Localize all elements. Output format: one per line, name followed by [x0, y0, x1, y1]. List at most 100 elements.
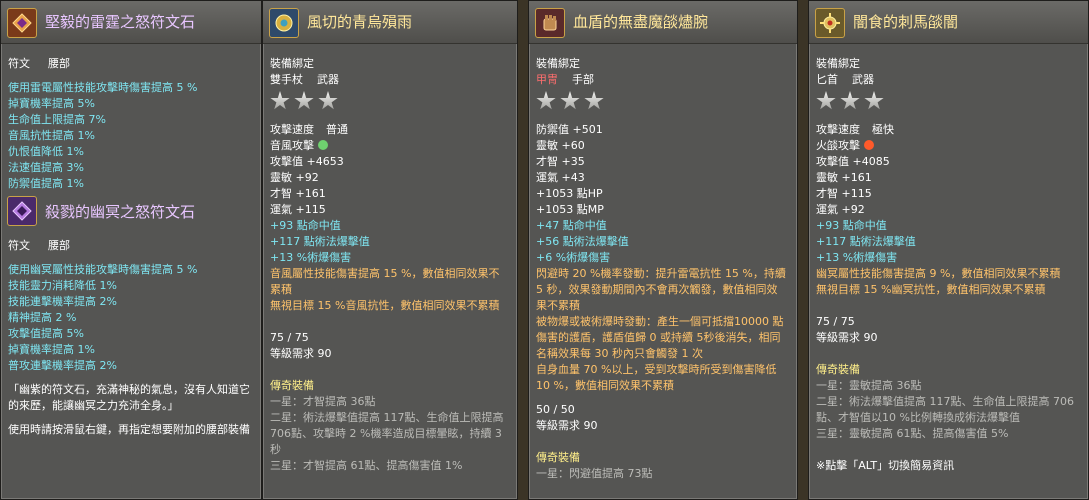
element-label: 音風攻擊: [270, 139, 314, 152]
stat-line: 靈敏 +161: [816, 171, 872, 184]
speed-label: 攻擊速度: [270, 123, 314, 136]
effect-line: 無視目標 15 %音風抗性，數值相同效果不累積: [270, 299, 500, 312]
bind-status: 裝備綁定: [270, 57, 314, 70]
level-requirement: 等級需求 90: [270, 347, 332, 360]
stat-line: 才智 +35: [536, 155, 585, 168]
level-requirement: 等級需求 90: [536, 419, 598, 432]
stat-line: +1053 點HP: [536, 187, 603, 200]
stat-line: 防禦值提高 1%: [8, 177, 84, 190]
stat-line: 仇恨值降低 1%: [8, 145, 84, 158]
tooltip-header: 堅毅的雷霆之怒符文石: [1, 1, 261, 44]
legend-line: 一星：靈敏提高 36點: [816, 379, 922, 392]
weapon-slot: 武器: [317, 73, 339, 86]
star-icon: [270, 91, 290, 110]
star-icon: [816, 91, 836, 110]
rune-gem-icon: [7, 196, 37, 226]
legend-title: 傳奇裝備: [270, 379, 314, 392]
weapon-type: 雙手杖: [270, 73, 303, 86]
bonus-line: +13 %術爆傷害: [270, 251, 352, 264]
speed-value: 極快: [872, 123, 894, 136]
item-type: 符文: [8, 57, 30, 70]
stat-line: 普攻連擊機率提高 2%: [8, 359, 117, 372]
legend-line: 一星：閃避值提高 73點: [536, 467, 653, 480]
weapon-slot: 武器: [852, 73, 874, 86]
tooltip-header: 風切的青烏殞雨: [263, 1, 517, 44]
rune-gem-icon: [7, 8, 37, 38]
element-label: 火燄攻擊: [816, 139, 860, 152]
alt-toggle-hint: ※點擊「ALT」切換簡易資訊: [816, 459, 955, 472]
item-description: 「幽紫的符文石，充滿神秘的氣息，沒有人知道它的來歷，能讓幽冥之力充沛全身。」: [8, 383, 250, 412]
bonus-line: +117 點術法爆擊值: [816, 235, 916, 248]
legend-line: 三星：才智提高 61點、提高傷害值 1%: [270, 459, 463, 472]
bonus-line: +56 點術法爆擊值: [536, 235, 629, 248]
stat-line: 掉寶機率提高 5%: [8, 97, 95, 110]
stat-line: 使用雷電屬性技能攻擊時傷害提高 5 %: [8, 81, 198, 94]
speed-value: 普通: [326, 123, 348, 136]
effect-line: 自身血量 70 %以上，受到攻擊時所受到傷害降低 10 %，數值相同效果不累積: [536, 363, 777, 392]
durability: 75 / 75: [816, 315, 855, 328]
tooltip-subheader: 殺戮的幽冥之怒符文石: [1, 192, 261, 226]
stat-line: 掉寶機率提高 1%: [8, 343, 95, 356]
durability: 75 / 75: [270, 331, 309, 344]
bind-status: 裝備綁定: [536, 57, 580, 70]
durability: 50 / 50: [536, 403, 575, 416]
bonus-line: +93 點命中值: [270, 219, 341, 232]
tooltip-rune-stones: 堅毅的雷霆之怒符文石 符文 腰部 使用雷電屬性技能攻擊時傷害提高 5 % 掉寶機率…: [0, 0, 262, 500]
stat-line: 使用幽冥屬性技能攻擊時傷害提高 5 %: [8, 263, 198, 276]
stat-list: 使用幽冥屬性技能攻擊時傷害提高 5 % 技能靈力消耗降低 1% 技能連擊機率提高…: [8, 262, 254, 374]
tooltip-header: 闇食的刺馬燄闇: [809, 1, 1088, 44]
item-title: 堅毅的雷霆之怒符文石: [45, 13, 196, 31]
bonus-line: +47 點命中值: [536, 219, 607, 232]
stat-line: 技能連擊機率提高 2%: [8, 295, 117, 308]
star-rating: [536, 88, 790, 114]
speed-label: 攻擊速度: [816, 123, 860, 136]
tooltip-header: 血盾的無盡魔燄燼腕: [529, 1, 797, 44]
bind-status: 裝備綁定: [816, 57, 860, 70]
star-icon: [864, 91, 884, 110]
item-slot: 腰部: [48, 57, 70, 70]
star-rating: [816, 88, 1081, 114]
stat-line: 精神提高 2 %: [8, 311, 77, 324]
star-icon: [318, 91, 338, 110]
legend-line: 一星：才智提高 36點: [270, 395, 376, 408]
star-rating: [270, 88, 510, 114]
item-title: 風切的青烏殞雨: [307, 13, 413, 31]
feather-fan-icon: [269, 8, 299, 38]
stat-line: 運氣 +43: [536, 171, 585, 184]
stat-line: 靈敏 +60: [536, 139, 585, 152]
fire-element-icon: [864, 140, 874, 150]
legend-line: 三星：靈敏提高 61點、提高傷害值 5%: [816, 427, 1009, 440]
star-icon: [536, 91, 556, 110]
usage-hint: 使用時請按滑鼠右鍵，再指定想要附加的腰部裝備: [8, 423, 250, 436]
legend-title: 傳奇裝備: [536, 451, 580, 464]
stat-line: 運氣 +92: [816, 203, 865, 216]
armor-slot: 手部: [572, 73, 594, 86]
legend-title: 傳奇裝備: [816, 363, 860, 376]
tooltip-staff: 風切的青烏殞雨 裝備綁定 雙手杖 武器 攻擊速度 普通 音風攻擊 攻擊值 +4653…: [262, 0, 518, 500]
item-slot: 腰部: [48, 239, 70, 252]
stat-line: 防禦值 +501: [536, 123, 603, 136]
background-gap: [798, 0, 808, 500]
effect-line: 被物爆或被術爆時發動：產生一個可抵擋10000 點傷害的護盾，護盾值歸 0 或持…: [536, 315, 784, 360]
item-title: 血盾的無盡魔燄燼腕: [573, 13, 709, 31]
stat-line: 攻擊值 +4085: [816, 155, 890, 168]
bonus-line: +6 %術爆傷害: [536, 251, 611, 264]
star-icon: [560, 91, 580, 110]
stat-list: 使用雷電屬性技能攻擊時傷害提高 5 % 掉寶機率提高 5% 生命值上限提高 7%…: [8, 80, 254, 192]
stat-line: 攻擊值 +4653: [270, 155, 344, 168]
stat-line: +1053 點MP: [536, 203, 604, 216]
spiked-dagger-icon: [815, 8, 845, 38]
stat-line: 運氣 +115: [270, 203, 326, 216]
stat-line: 靈敏 +92: [270, 171, 319, 184]
effect-line: 音風屬性技能傷害提高 15 %，數值相同效果不累積: [270, 267, 500, 296]
item-type: 符文: [8, 239, 30, 252]
background-gap: [518, 0, 528, 500]
star-icon: [584, 91, 604, 110]
stat-line: 攻擊值提高 5%: [8, 327, 84, 340]
effect-line: 幽冥屬性技能傷害提高 9 %，數值相同效果不累積: [816, 267, 1061, 280]
tooltip-gauntlet: 血盾的無盡魔燄燼腕 裝備綁定 甲冑 手部 防禦值 +501 靈敏 +60 才智 +…: [528, 0, 798, 500]
effect-line: 無視目標 15 %幽冥抗性，數值相同效果不累積: [816, 283, 1046, 296]
star-icon: [840, 91, 860, 110]
stat-line: 生命值上限提高 7%: [8, 113, 106, 126]
bonus-line: +13 %術爆傷害: [816, 251, 898, 264]
